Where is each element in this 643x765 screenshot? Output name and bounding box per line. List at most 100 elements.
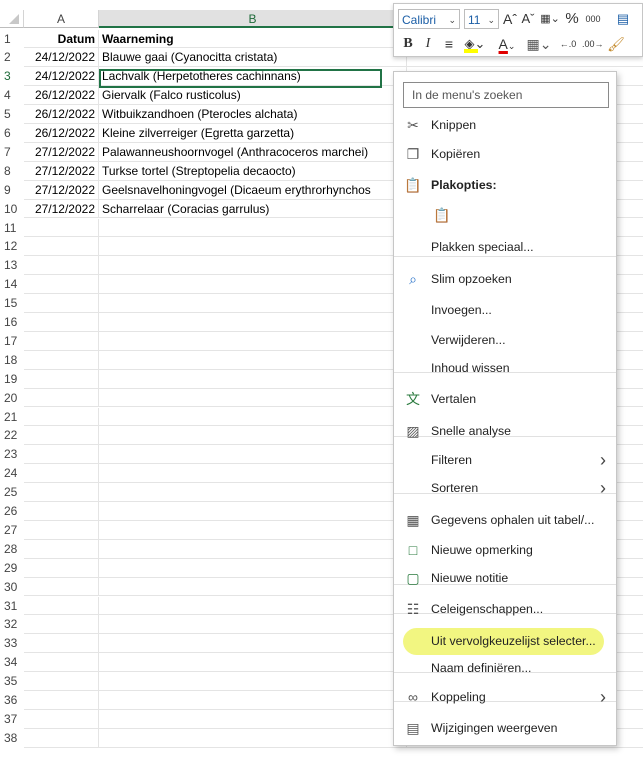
percent-style-button[interactable]: % bbox=[564, 9, 580, 29]
row-header[interactable]: 34 bbox=[0, 653, 24, 672]
row-header[interactable]: 27 bbox=[0, 521, 24, 540]
row-header[interactable]: 37 bbox=[0, 710, 24, 729]
row-header[interactable]: 16 bbox=[0, 313, 24, 332]
cell-b[interactable]: Kleine zilverreiger (Egretta garzetta) bbox=[99, 124, 407, 143]
row-header[interactable]: 19 bbox=[0, 370, 24, 389]
cell-a[interactable] bbox=[24, 445, 99, 465]
cell-b[interactable] bbox=[99, 520, 407, 540]
cell-a[interactable]: 24/12/2022 bbox=[24, 67, 99, 87]
cell-a[interactable] bbox=[24, 728, 99, 748]
cell-a[interactable]: 27/12/2022 bbox=[24, 199, 99, 219]
cell-a[interactable]: 26/12/2022 bbox=[24, 105, 99, 124]
cell-a[interactable]: 27/12/2022 bbox=[24, 142, 99, 162]
row-header[interactable]: 31 bbox=[0, 597, 24, 616]
cell-b[interactable]: Lachvalk (Herpetotheres cachinnans) bbox=[99, 67, 407, 87]
cell-a[interactable] bbox=[24, 331, 99, 351]
cell-b[interactable]: Waarneming bbox=[99, 29, 407, 49]
row-header[interactable]: 21 bbox=[0, 408, 24, 427]
menu-item-paste-option[interactable]: 📋 bbox=[394, 201, 616, 229]
column-header-a[interactable]: A bbox=[24, 10, 99, 28]
cell-b[interactable]: Blauwe gaai (Cyanocitta cristata) bbox=[99, 48, 407, 68]
menu-item-verwijderen[interactable]: Verwijderen... bbox=[394, 326, 616, 354]
cell-a[interactable] bbox=[24, 691, 99, 710]
cell-a[interactable] bbox=[24, 237, 99, 257]
row-header[interactable]: 4 bbox=[0, 86, 24, 105]
row-header[interactable]: 3 bbox=[0, 67, 24, 86]
cell-b[interactable]: Turkse tortel (Streptopelia decaocto) bbox=[99, 161, 407, 181]
menu-item-slim-opzoeken[interactable]: ⌕ Slim opzoeken bbox=[394, 265, 616, 293]
increase-font-size-button[interactable]: Aˆ bbox=[502, 9, 518, 29]
cell-b[interactable] bbox=[99, 350, 407, 370]
row-header[interactable]: 32 bbox=[0, 615, 24, 634]
cell-b[interactable] bbox=[99, 369, 407, 389]
row-header[interactable]: 33 bbox=[0, 634, 24, 653]
cell-b[interactable]: Giervalk (Falco rusticolus) bbox=[99, 86, 407, 106]
cell-a[interactable]: 24/12/2022 bbox=[24, 48, 99, 68]
cell-b[interactable] bbox=[99, 709, 407, 729]
increase-decimal-icon[interactable]: ←.0 bbox=[558, 34, 578, 54]
menu-search-input[interactable]: In de menu's zoeken bbox=[403, 82, 609, 108]
row-header[interactable]: 38 bbox=[0, 729, 24, 748]
menu-item-gegevens-ophalen-uit-tabel[interactable]: ▦ Gegevens ophalen uit tabel/... bbox=[394, 506, 616, 534]
row-header[interactable]: 2 bbox=[0, 48, 24, 67]
cell-b[interactable] bbox=[99, 445, 407, 465]
cell-b[interactable] bbox=[99, 539, 407, 559]
cell-b[interactable]: Scharrelaar (Coracias garrulus) bbox=[99, 199, 407, 219]
cell-a[interactable] bbox=[24, 539, 99, 559]
cell-a[interactable] bbox=[24, 502, 99, 521]
cell-styles-icon[interactable]: ▤ bbox=[606, 9, 640, 29]
row-header[interactable]: 20 bbox=[0, 389, 24, 408]
cell-b[interactable] bbox=[99, 558, 407, 578]
decrease-decimal-icon[interactable]: .00→ bbox=[582, 34, 604, 54]
menu-item-vertalen[interactable]: 文 Vertalen bbox=[394, 385, 616, 413]
cell-a[interactable] bbox=[24, 313, 99, 332]
row-header[interactable]: 7 bbox=[0, 143, 24, 162]
cell-b[interactable] bbox=[99, 294, 407, 313]
cell-b[interactable] bbox=[99, 691, 407, 710]
select-all-triangle-icon[interactable] bbox=[9, 14, 19, 24]
cell-a[interactable] bbox=[24, 218, 99, 238]
cell-a[interactable] bbox=[24, 634, 99, 654]
cell-a[interactable] bbox=[24, 520, 99, 540]
cell-a[interactable] bbox=[24, 369, 99, 389]
cell-a[interactable] bbox=[24, 483, 99, 502]
cell-b[interactable] bbox=[99, 615, 407, 635]
paste-option-icon[interactable]: 📋 bbox=[431, 201, 453, 229]
cell-b[interactable] bbox=[99, 653, 407, 673]
cell-a[interactable]: 26/12/2022 bbox=[24, 86, 99, 106]
cell-a[interactable] bbox=[24, 577, 99, 597]
cell-a[interactable] bbox=[24, 615, 99, 635]
cell-a[interactable]: 27/12/2022 bbox=[24, 161, 99, 181]
cell-a[interactable] bbox=[24, 256, 99, 276]
row-header[interactable]: 29 bbox=[0, 559, 24, 578]
borders-icon[interactable]: ▦⌄ bbox=[526, 34, 552, 54]
row-header[interactable]: 12 bbox=[0, 237, 24, 256]
cell-b[interactable] bbox=[99, 237, 407, 257]
row-header[interactable]: 35 bbox=[0, 672, 24, 691]
cell-b[interactable] bbox=[99, 407, 407, 427]
row-header[interactable]: 15 bbox=[0, 294, 24, 313]
row-header[interactable]: 28 bbox=[0, 540, 24, 559]
cell-a[interactable] bbox=[24, 653, 99, 673]
menu-item-wijzigingen-weergeven[interactable]: ▤ Wijzigingen weergeven bbox=[394, 714, 616, 742]
cell-b[interactable] bbox=[99, 218, 407, 238]
align-center-icon[interactable]: ≡ bbox=[440, 34, 458, 54]
row-header[interactable]: 24 bbox=[0, 464, 24, 483]
row-header[interactable]: 5 bbox=[0, 105, 24, 124]
decrease-font-size-button[interactable]: Aˇ bbox=[520, 9, 536, 29]
row-header[interactable]: 26 bbox=[0, 502, 24, 521]
italic-button[interactable]: I bbox=[420, 34, 436, 54]
row-header[interactable]: 14 bbox=[0, 275, 24, 294]
cell-b[interactable] bbox=[99, 728, 407, 748]
font-name-box[interactable]: Calibri ⌄ bbox=[398, 9, 460, 29]
cell-b[interactable] bbox=[99, 256, 407, 276]
cell-a[interactable] bbox=[24, 672, 99, 691]
cell-a[interactable]: 27/12/2022 bbox=[24, 180, 99, 200]
row-header[interactable]: 22 bbox=[0, 426, 24, 445]
comma-style-button[interactable]: 000 bbox=[582, 9, 604, 29]
row-header[interactable]: 9 bbox=[0, 181, 24, 200]
menu-item-nieuwe-notitie[interactable]: ▢ Nieuwe notitie bbox=[394, 564, 616, 592]
cell-a[interactable]: Datum bbox=[24, 29, 99, 49]
cell-b[interactable] bbox=[99, 483, 407, 502]
row-header[interactable]: 25 bbox=[0, 483, 24, 502]
